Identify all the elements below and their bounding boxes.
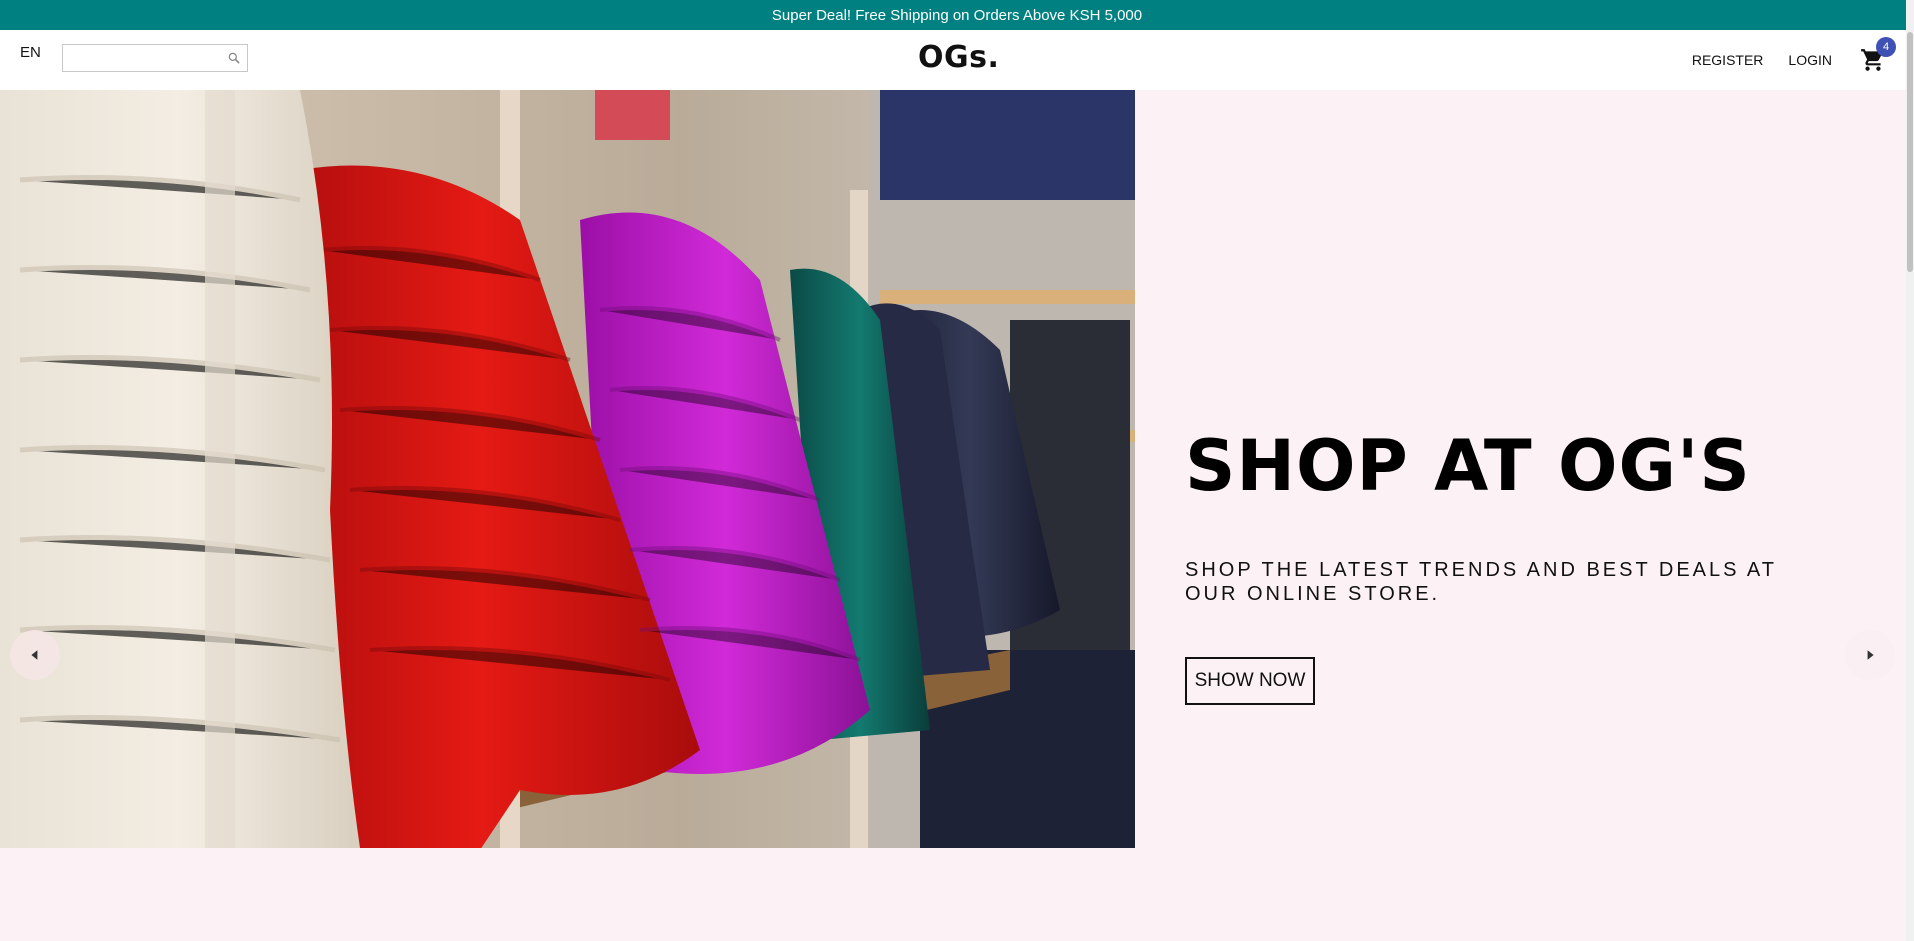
language-selector[interactable]: EN: [20, 44, 41, 61]
jackets-on-rack-image: [0, 90, 1135, 848]
search-box[interactable]: [62, 44, 248, 72]
nav-actions: REGISTER LOGIN 4: [1667, 30, 1906, 90]
shop-now-button[interactable]: SHOW NOW: [1185, 657, 1315, 705]
search-input[interactable]: [63, 45, 235, 71]
register-link[interactable]: REGISTER: [1692, 52, 1764, 68]
slider-prev-button[interactable]: [10, 630, 60, 680]
hero-description: SHOP THE LATEST TRENDS AND BEST DEALS AT…: [1185, 559, 1777, 605]
announcement-bar: Super Deal! Free Shipping on Orders Abov…: [0, 0, 1914, 30]
slider-next-button[interactable]: [1845, 630, 1895, 680]
arrow-left-icon: [31, 650, 38, 660]
hero-title: SHOP AT OG'S: [1185, 425, 1751, 507]
login-link[interactable]: LOGIN: [1788, 52, 1832, 68]
search-icon[interactable]: [227, 51, 241, 65]
navbar: EN OGs. REGISTER LOGIN 4: [0, 30, 1906, 90]
scrollbar-thumb[interactable]: [1907, 32, 1913, 272]
page-scrollbar[interactable]: [1906, 0, 1914, 941]
brand-logo[interactable]: OGs.: [918, 40, 999, 75]
cart-button[interactable]: 4: [1860, 37, 1896, 73]
arrow-right-icon: [1867, 650, 1874, 660]
hero-slider: SHOP AT OG'S SHOP THE LATEST TRENDS AND …: [0, 90, 1906, 848]
page: Super Deal! Free Shipping on Orders Abov…: [0, 0, 1914, 941]
announcement-text: Super Deal! Free Shipping on Orders Abov…: [771, 6, 1143, 24]
cart-count-badge: 4: [1876, 37, 1896, 57]
hero-text-panel: SHOP AT OG'S SHOP THE LATEST TRENDS AND …: [1185, 90, 1825, 848]
